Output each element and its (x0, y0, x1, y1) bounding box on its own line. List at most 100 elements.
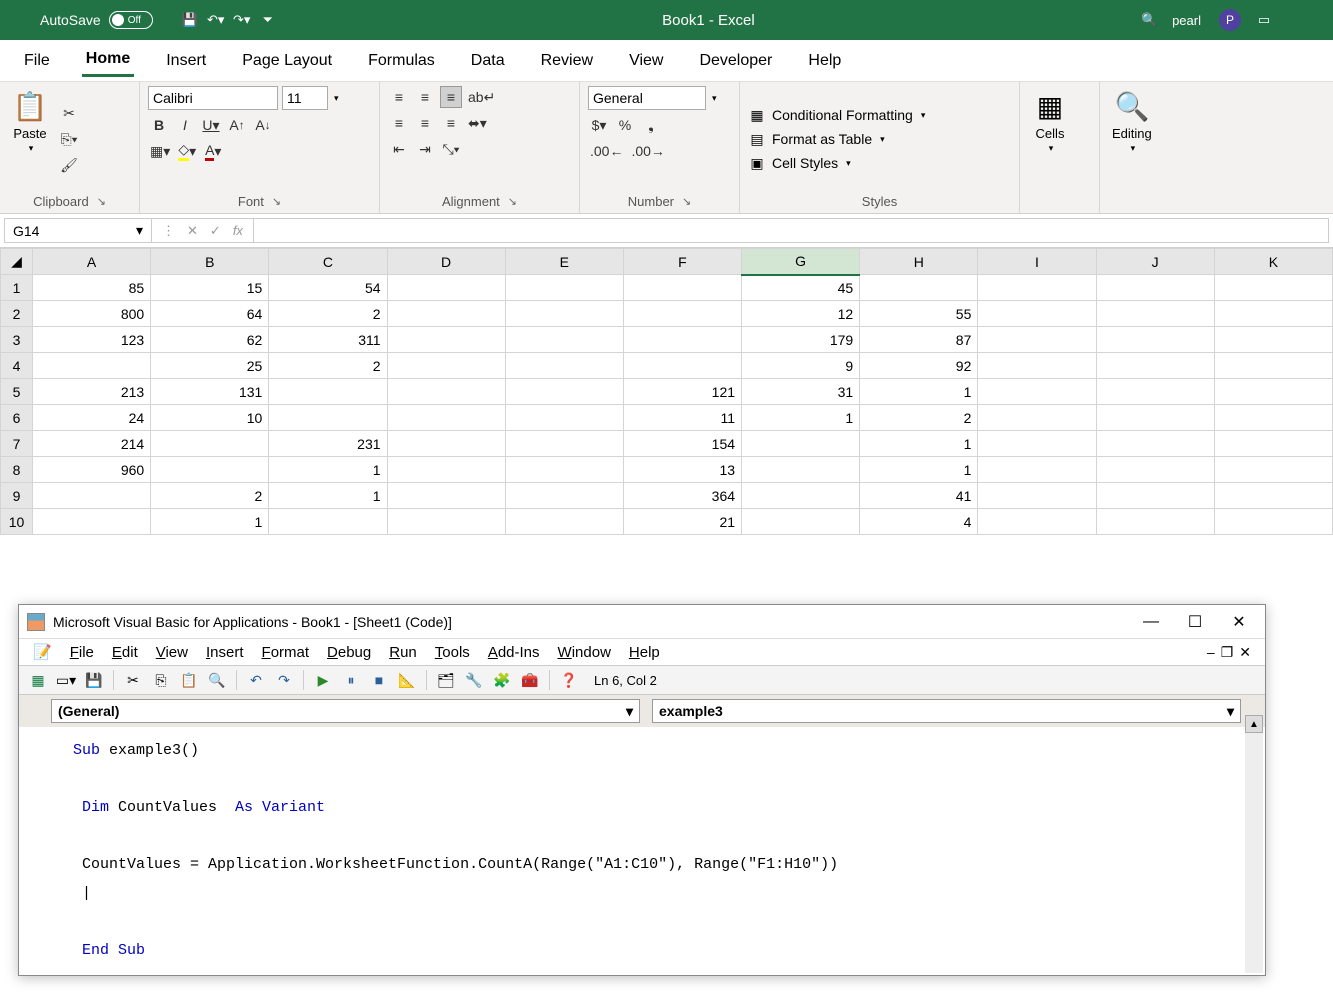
cell[interactable] (1096, 405, 1214, 431)
cell[interactable] (742, 457, 860, 483)
align-bottom-icon[interactable]: ≡ (440, 86, 462, 108)
cell[interactable]: 87 (860, 327, 978, 353)
project-explorer-icon[interactable]: 🗂 (435, 669, 457, 691)
redo-icon[interactable]: ↷▾ (233, 11, 251, 29)
increase-font-icon[interactable]: A↑ (226, 114, 248, 136)
cell[interactable]: 31 (742, 379, 860, 405)
cell[interactable]: 179 (742, 327, 860, 353)
cell[interactable]: 123 (33, 327, 151, 353)
cell[interactable] (860, 275, 978, 301)
row-header[interactable]: 3 (1, 327, 33, 353)
cell[interactable]: 12 (742, 301, 860, 327)
cell[interactable] (269, 379, 387, 405)
cell[interactable] (1214, 379, 1332, 405)
autosave-toggle[interactable]: Off (109, 11, 153, 29)
bold-button[interactable]: B (148, 114, 170, 136)
maximize-button[interactable]: ☐ (1177, 610, 1213, 634)
minimize-button[interactable]: — (1133, 610, 1169, 634)
percent-icon[interactable]: % (614, 114, 636, 136)
column-header-A[interactable]: A (33, 249, 151, 275)
cell[interactable]: 54 (269, 275, 387, 301)
borders-icon[interactable]: ▦▾ (148, 140, 172, 162)
cell[interactable] (505, 483, 623, 509)
cell[interactable] (505, 327, 623, 353)
cell[interactable] (1096, 275, 1214, 301)
cut-icon[interactable]: ✂ (122, 669, 144, 691)
column-header-H[interactable]: H (860, 249, 978, 275)
cells-button[interactable]: ▦ Cells ▾ (1028, 86, 1072, 207)
cell[interactable] (1214, 353, 1332, 379)
cell[interactable]: 25 (151, 353, 269, 379)
dialog-launcher-icon[interactable]: ↘ (272, 195, 281, 208)
font-size-select[interactable] (282, 86, 328, 110)
cell[interactable] (387, 431, 505, 457)
cell[interactable] (269, 405, 387, 431)
cell[interactable]: 1 (860, 379, 978, 405)
tab-file[interactable]: File (20, 46, 54, 76)
cell[interactable] (1096, 483, 1214, 509)
underline-button[interactable]: U▾ (200, 114, 222, 136)
cell[interactable] (1096, 457, 1214, 483)
cell[interactable] (505, 405, 623, 431)
cell[interactable] (978, 301, 1096, 327)
undo-icon[interactable]: ↶▾ (207, 11, 225, 29)
paste-icon[interactable]: 📋 (178, 669, 200, 691)
cell[interactable]: 960 (33, 457, 151, 483)
cell[interactable] (623, 327, 741, 353)
cell[interactable] (387, 509, 505, 535)
dialog-launcher-icon[interactable]: ↘ (508, 195, 517, 208)
cell[interactable] (387, 483, 505, 509)
column-header-F[interactable]: F (623, 249, 741, 275)
cell[interactable]: 85 (33, 275, 151, 301)
display-options-icon[interactable]: ▭ (1255, 11, 1273, 29)
cell[interactable] (1096, 353, 1214, 379)
cell[interactable]: 1 (151, 509, 269, 535)
number-format-select[interactable] (588, 86, 706, 110)
cell[interactable] (387, 353, 505, 379)
cell[interactable] (1214, 509, 1332, 535)
vba-menu-add-ins[interactable]: Add-Ins (488, 644, 540, 661)
cell[interactable] (978, 327, 1096, 353)
tab-insert[interactable]: Insert (162, 46, 210, 76)
chevron-down-icon[interactable]: ▾ (712, 93, 717, 104)
cell[interactable] (151, 457, 269, 483)
comma-icon[interactable]: ❟ (640, 114, 662, 136)
design-mode-icon[interactable]: 📐 (396, 669, 418, 691)
wrap-text-icon[interactable]: ab↵ (466, 86, 497, 108)
reset-icon[interactable]: ■ (368, 669, 390, 691)
tab-data[interactable]: Data (467, 46, 509, 76)
vba-menu-view[interactable]: View (156, 644, 188, 661)
cell[interactable] (1214, 301, 1332, 327)
cell[interactable] (387, 301, 505, 327)
find-icon[interactable]: 🔍 (206, 669, 228, 691)
vba-menu-tools[interactable]: Tools (435, 644, 470, 661)
decrease-indent-icon[interactable]: ⇤ (388, 138, 410, 160)
cell[interactable] (1214, 275, 1332, 301)
cell[interactable]: 13 (623, 457, 741, 483)
cell[interactable]: 231 (269, 431, 387, 457)
tab-page-layout[interactable]: Page Layout (238, 46, 336, 76)
align-right-icon[interactable]: ≡ (440, 112, 462, 134)
cell[interactable]: 800 (33, 301, 151, 327)
vba-menu-edit[interactable]: Edit (112, 644, 138, 661)
cell[interactable]: 21 (623, 509, 741, 535)
column-header-C[interactable]: C (269, 249, 387, 275)
cell[interactable] (33, 483, 151, 509)
fx-icon[interactable]: fx (233, 223, 243, 238)
vba-menu-insert[interactable]: Insert (206, 644, 244, 661)
cell[interactable] (387, 405, 505, 431)
cell[interactable]: 154 (623, 431, 741, 457)
cell[interactable]: 1 (742, 405, 860, 431)
object-browser-icon[interactable]: 🧩 (491, 669, 513, 691)
vba-code-editor[interactable]: Sub example3() Dim CountValues As Varian… (19, 727, 1265, 975)
undo-icon[interactable]: ↶ (245, 669, 267, 691)
cell[interactable] (1096, 301, 1214, 327)
editing-button[interactable]: 🔍 Editing ▾ (1108, 86, 1156, 207)
cell[interactable] (505, 379, 623, 405)
cell[interactable] (33, 353, 151, 379)
column-header-K[interactable]: K (1214, 249, 1332, 275)
save-icon[interactable]: 💾 (181, 11, 199, 29)
align-middle-icon[interactable]: ≡ (414, 86, 436, 108)
cell[interactable]: 45 (742, 275, 860, 301)
break-icon[interactable]: ⏸ (340, 669, 362, 691)
